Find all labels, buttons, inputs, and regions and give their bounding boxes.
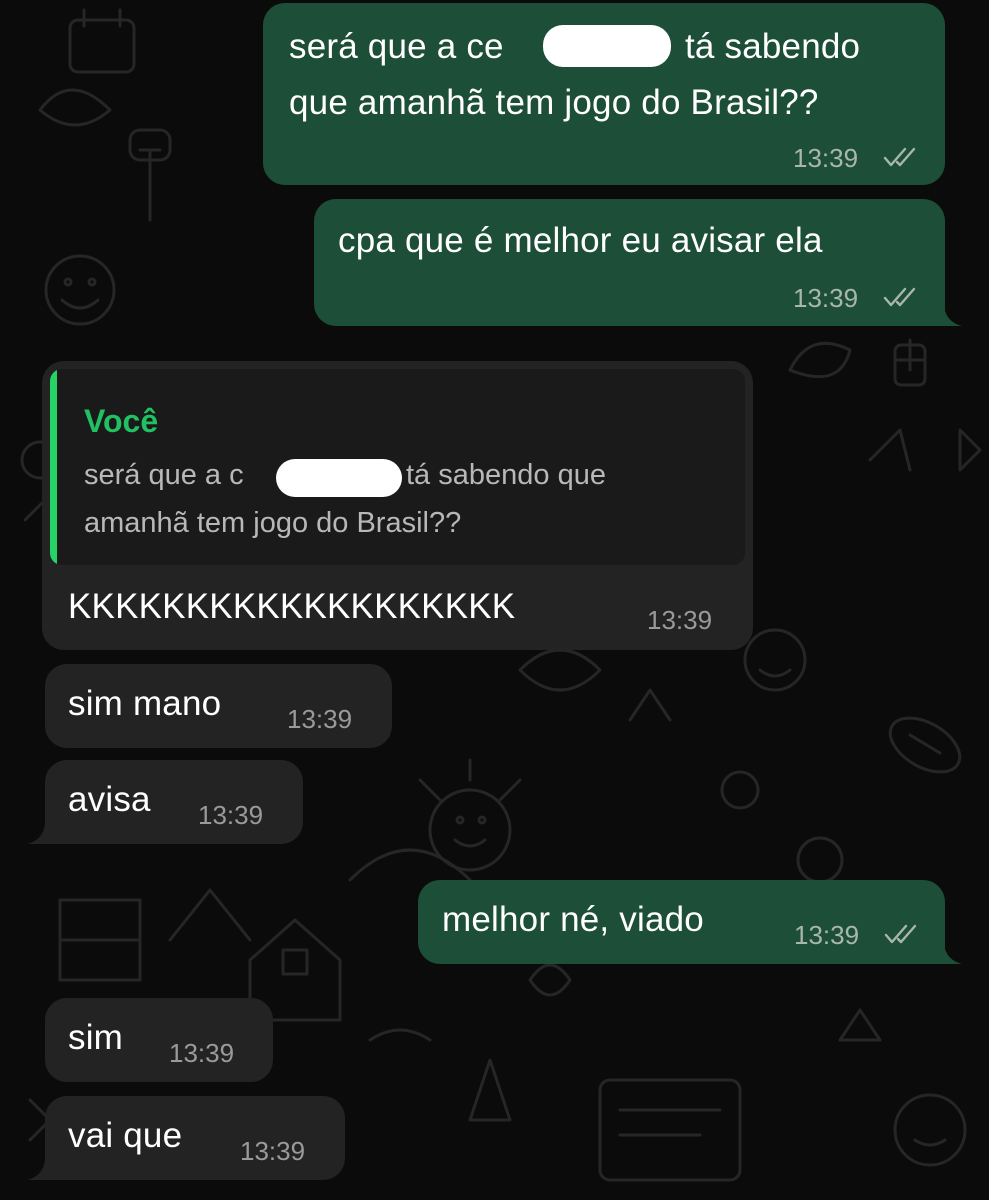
message-text-line-1b: tá sabendo	[685, 27, 861, 66]
message-time: 13:39	[240, 1136, 306, 1166]
redaction-mark	[276, 459, 402, 497]
message-time: 13:39	[169, 1038, 235, 1068]
bubble-tail	[27, 1160, 45, 1180]
quote-text-line-1a: será que a c	[84, 459, 244, 491]
double-check-icon	[884, 924, 917, 944]
bubble-tail	[944, 306, 962, 326]
message-text: cpa que é melhor eu avisar ela	[338, 221, 823, 260]
redaction-mark	[543, 25, 671, 67]
message-time: 13:39	[794, 920, 860, 950]
double-check-icon	[883, 147, 916, 167]
message-time: 13:39	[793, 283, 859, 313]
message-incoming-reply[interactable]: Você será que a c tá sabendo que amanhã …	[42, 361, 753, 650]
message-incoming-8[interactable]: vai que 13:39	[45, 1096, 345, 1180]
message-text-line-1a: será que a ce	[289, 27, 504, 66]
message-text-line-2: que amanhã tem jogo do Brasil??	[289, 83, 819, 122]
message-outgoing-1[interactable]: será que a ce tá sabendo que amanhã tem …	[263, 3, 945, 185]
message-time: 13:39	[198, 800, 264, 830]
message-incoming-5[interactable]: avisa 13:39	[45, 760, 303, 844]
message-incoming-4[interactable]: sim mano 13:39	[45, 664, 392, 748]
quoted-message[interactable]: Você será que a c tá sabendo que amanhã …	[50, 369, 745, 565]
quote-text-line-1b: tá sabendo que	[406, 459, 606, 491]
message-text: KKKKKKKKKKKKKKKKKKK	[68, 587, 516, 626]
message-incoming-7[interactable]: sim 13:39	[45, 998, 273, 1082]
message-outgoing-6[interactable]: melhor né, viado 13:39	[418, 880, 945, 964]
message-outgoing-2[interactable]: cpa que é melhor eu avisar ela 13:39	[314, 199, 945, 326]
quote-accent-bar	[50, 369, 57, 565]
bubble-tail	[27, 824, 45, 844]
bubble-tail	[944, 944, 962, 964]
message-text: vai que	[68, 1116, 183, 1155]
double-check-icon	[883, 287, 916, 307]
message-text: avisa	[68, 780, 151, 819]
message-time: 13:39	[793, 143, 859, 173]
message-text: sim	[68, 1018, 124, 1057]
message-time: 13:39	[647, 605, 713, 635]
quote-text-line-2: amanhã tem jogo do Brasil??	[84, 507, 462, 539]
message-text: sim mano	[68, 684, 222, 723]
message-time: 13:39	[287, 704, 353, 734]
message-text: melhor né, viado	[442, 900, 704, 939]
quote-author: Você	[84, 403, 159, 439]
